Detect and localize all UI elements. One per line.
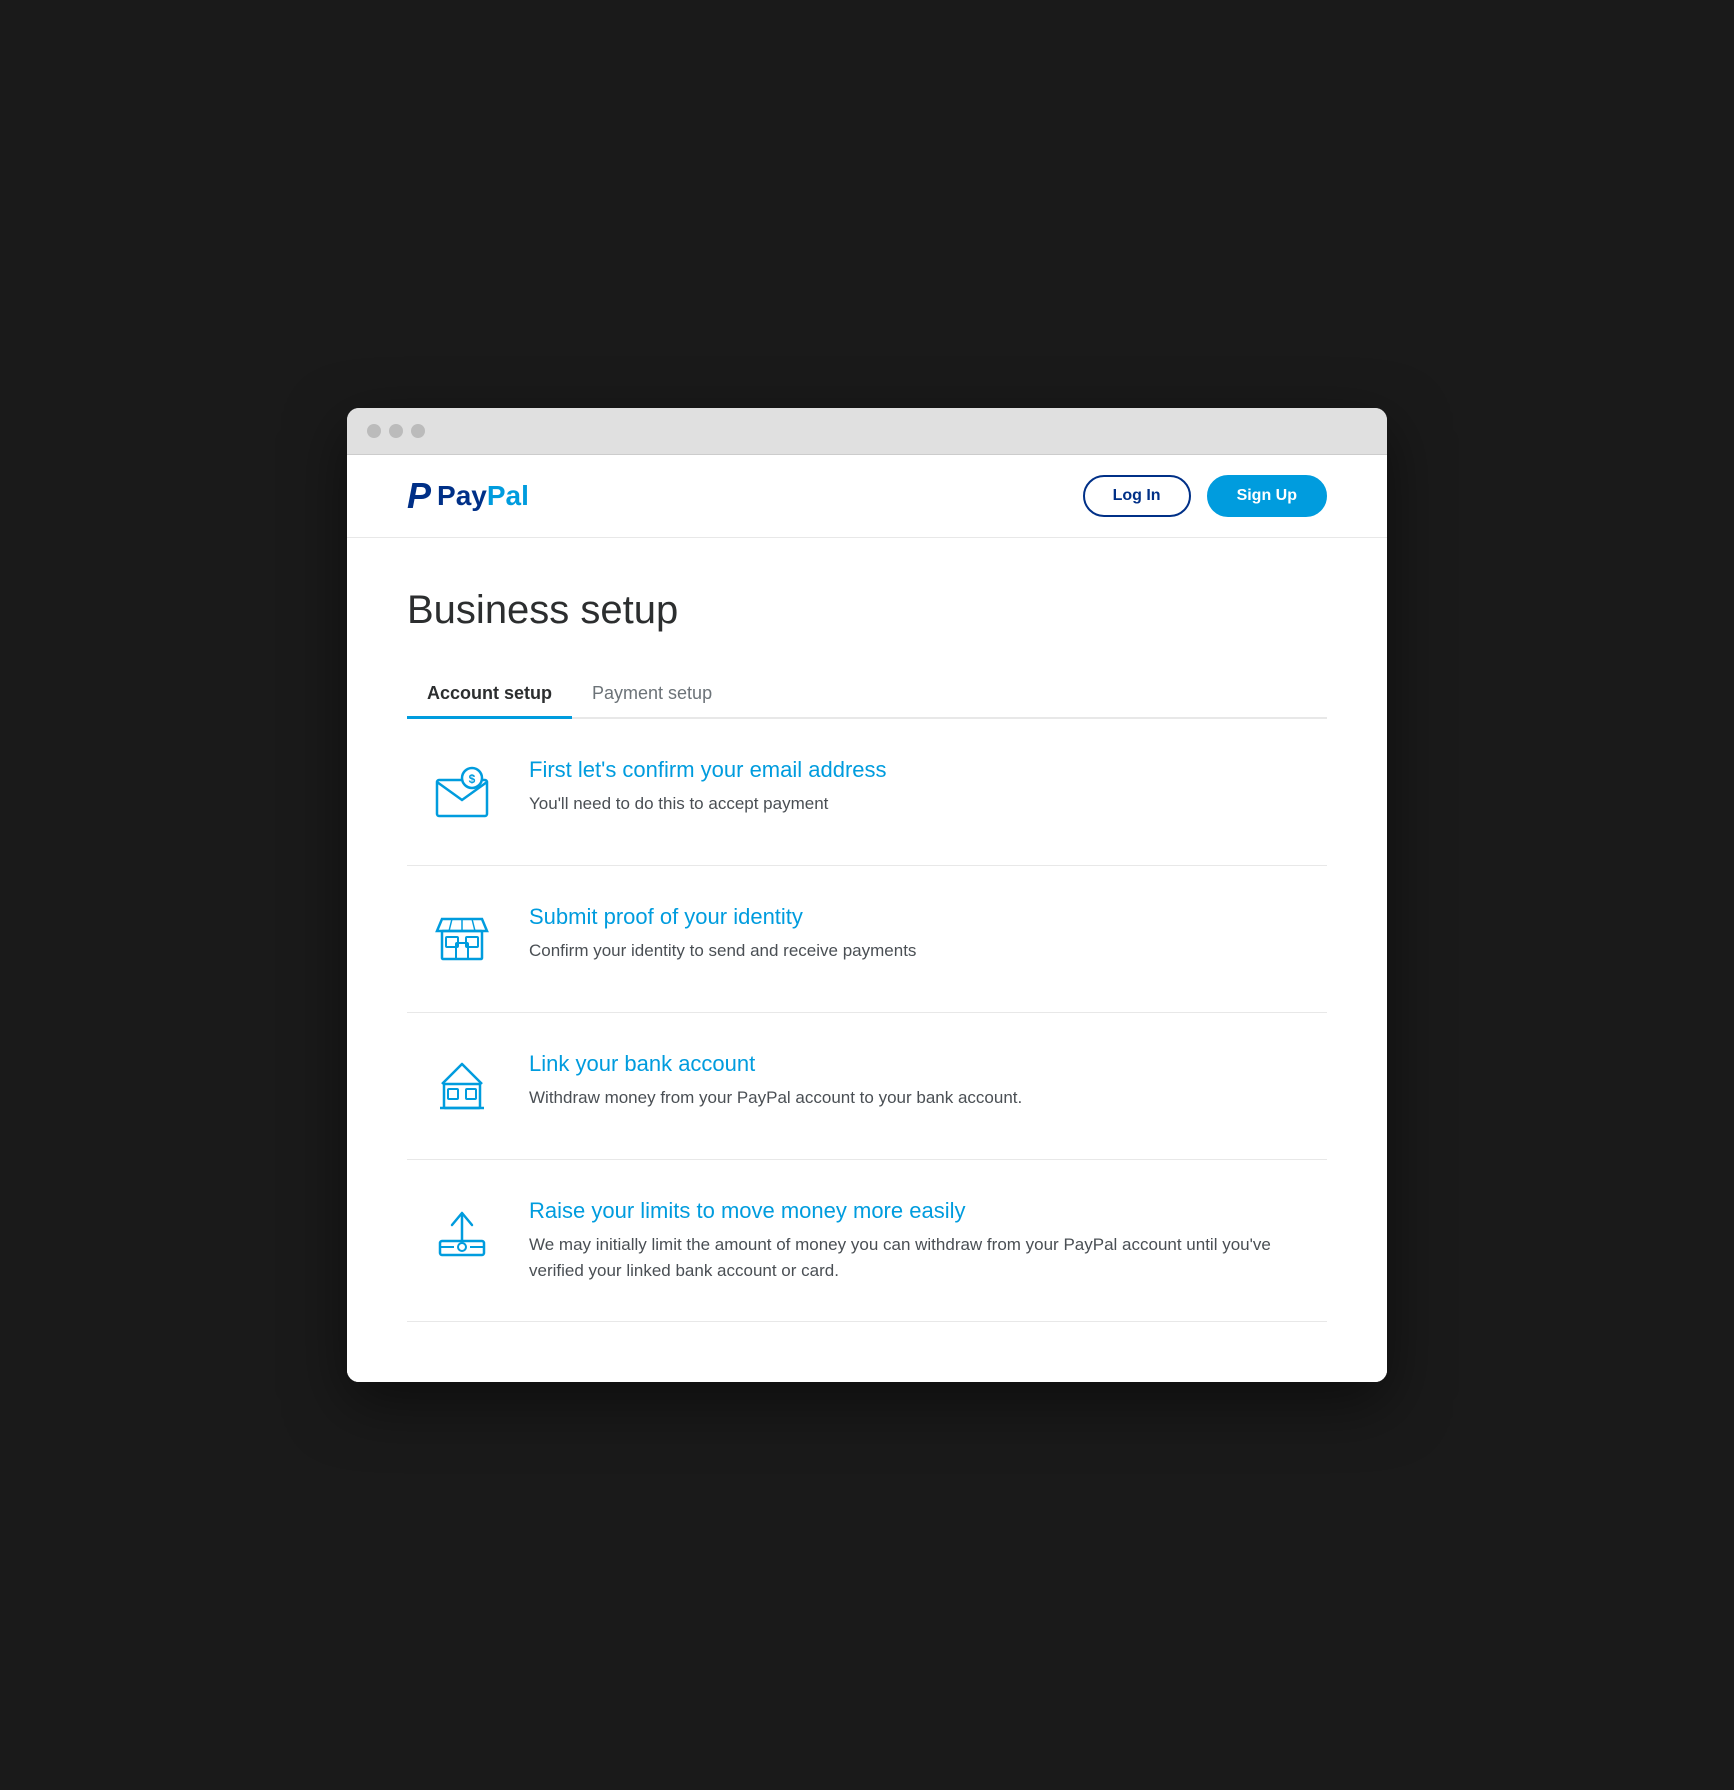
setup-desc-email: You'll need to do this to accept payment xyxy=(529,791,1307,817)
email-icon: $ xyxy=(427,757,497,827)
setup-text-identity: Submit proof of your identity Confirm yo… xyxy=(529,904,1307,964)
setup-text-bank: Link your bank account Withdraw money fr… xyxy=(529,1051,1307,1111)
tab-account-setup[interactable]: Account setup xyxy=(407,669,572,719)
setup-item-bank[interactable]: Link your bank account Withdraw money fr… xyxy=(407,1013,1327,1160)
store-icon xyxy=(427,904,497,974)
header-buttons: Log In Sign Up xyxy=(1083,475,1327,517)
main-content: Business setup Account setup Payment set… xyxy=(347,538,1387,1382)
traffic-light-minimize[interactable] xyxy=(389,424,403,438)
logo-p-icon: P xyxy=(407,478,431,514)
setup-desc-bank: Withdraw money from your PayPal account … xyxy=(529,1085,1307,1111)
upload-icon xyxy=(427,1198,497,1268)
logo-text: PayPal xyxy=(437,482,529,510)
traffic-light-maximize[interactable] xyxy=(411,424,425,438)
tabs: Account setup Payment setup xyxy=(407,669,1327,719)
login-button[interactable]: Log In xyxy=(1083,475,1191,517)
browser-titlebar xyxy=(347,408,1387,455)
setup-item-identity[interactable]: Submit proof of your identity Confirm yo… xyxy=(407,866,1327,1013)
setup-desc-limits: We may initially limit the amount of mon… xyxy=(529,1232,1307,1283)
setup-title-email: First let's confirm your email address xyxy=(529,757,1307,783)
setup-title-identity: Submit proof of your identity xyxy=(529,904,1307,930)
signup-button[interactable]: Sign Up xyxy=(1207,475,1327,517)
logo-pay: Pay xyxy=(437,480,487,511)
setup-title-bank: Link your bank account xyxy=(529,1051,1307,1077)
setup-list: $ First let's confirm your email address… xyxy=(407,719,1327,1322)
setup-text-email: First let's confirm your email address Y… xyxy=(529,757,1307,817)
bank-icon xyxy=(427,1051,497,1121)
page-title: Business setup xyxy=(407,588,1327,633)
tab-payment-setup[interactable]: Payment setup xyxy=(572,669,732,719)
logo-pal: Pal xyxy=(487,480,529,511)
browser-window: P PayPal Log In Sign Up Business setup A… xyxy=(347,408,1387,1382)
header: P PayPal Log In Sign Up xyxy=(347,455,1387,538)
logo: P PayPal xyxy=(407,478,529,514)
setup-item-confirm-email[interactable]: $ First let's confirm your email address… xyxy=(407,719,1327,866)
svg-text:$: $ xyxy=(469,772,476,786)
setup-item-limits[interactable]: Raise your limits to move money more eas… xyxy=(407,1160,1327,1322)
setup-title-limits: Raise your limits to move money more eas… xyxy=(529,1198,1307,1224)
setup-desc-identity: Confirm your identity to send and receiv… xyxy=(529,938,1307,964)
traffic-light-close[interactable] xyxy=(367,424,381,438)
setup-text-limits: Raise your limits to move money more eas… xyxy=(529,1198,1307,1283)
browser-content: P PayPal Log In Sign Up Business setup A… xyxy=(347,455,1387,1382)
